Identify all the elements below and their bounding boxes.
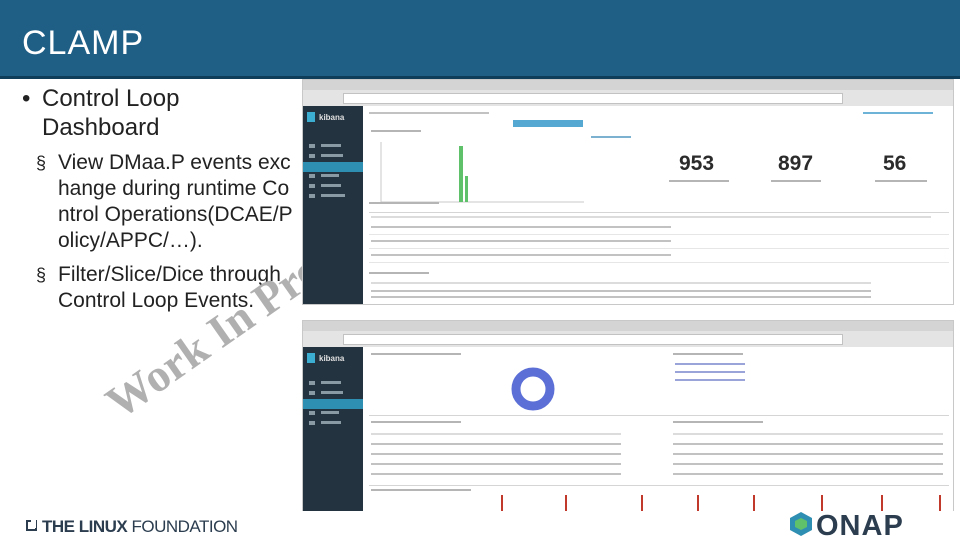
dashboard-screenshot-top: kibana 953 897 56 xyxy=(302,79,954,305)
onap-wordmark: ONAP xyxy=(816,510,904,542)
kibana-brand: kibana xyxy=(319,113,345,122)
browser-chrome xyxy=(303,321,953,348)
donut-ring xyxy=(511,367,555,411)
kibana-sidebar: kibana xyxy=(303,106,363,304)
address-bar xyxy=(343,93,843,104)
kibana-logo-icon xyxy=(307,112,315,122)
histogram-bar xyxy=(459,146,463,202)
bullet-section-icon: § xyxy=(36,153,47,173)
kibana-brand: kibana xyxy=(319,354,345,363)
kibana-logo-icon xyxy=(307,353,315,363)
kibana-sidebar: kibana xyxy=(303,347,363,513)
dashboard-main xyxy=(363,347,953,513)
dashboard-main: 953 897 56 xyxy=(363,106,953,304)
linux-foundation-mark-icon xyxy=(26,520,37,531)
sidebar-item-dashboard xyxy=(303,162,363,172)
events-histogram xyxy=(380,142,584,203)
stat-value: 56 xyxy=(883,152,907,175)
slide-title: CLAMP xyxy=(22,24,145,62)
stat-value: 897 xyxy=(778,152,814,175)
bullet-level1: • Control Loop Dashboard xyxy=(22,84,294,142)
slide-header: CLAMP xyxy=(0,0,960,79)
donut-chart xyxy=(511,367,555,411)
lf-wordmark-light: FOUNDATION xyxy=(127,517,238,536)
dashboard-screenshot-bottom: kibana xyxy=(302,320,954,514)
onap-hex-icon xyxy=(790,512,812,536)
address-bar xyxy=(343,334,843,345)
lf-wordmark-bold: THE LINUX xyxy=(42,517,128,536)
bullet-dot-icon: • xyxy=(22,85,31,112)
bullet-section-icon: § xyxy=(36,265,47,285)
bullet-text: Control Loop Dashboard xyxy=(42,85,180,141)
browser-chrome xyxy=(303,80,953,107)
stat-value: 953 xyxy=(679,152,715,175)
sidebar-item-dashboard xyxy=(303,399,363,409)
histogram-bar xyxy=(465,176,468,202)
